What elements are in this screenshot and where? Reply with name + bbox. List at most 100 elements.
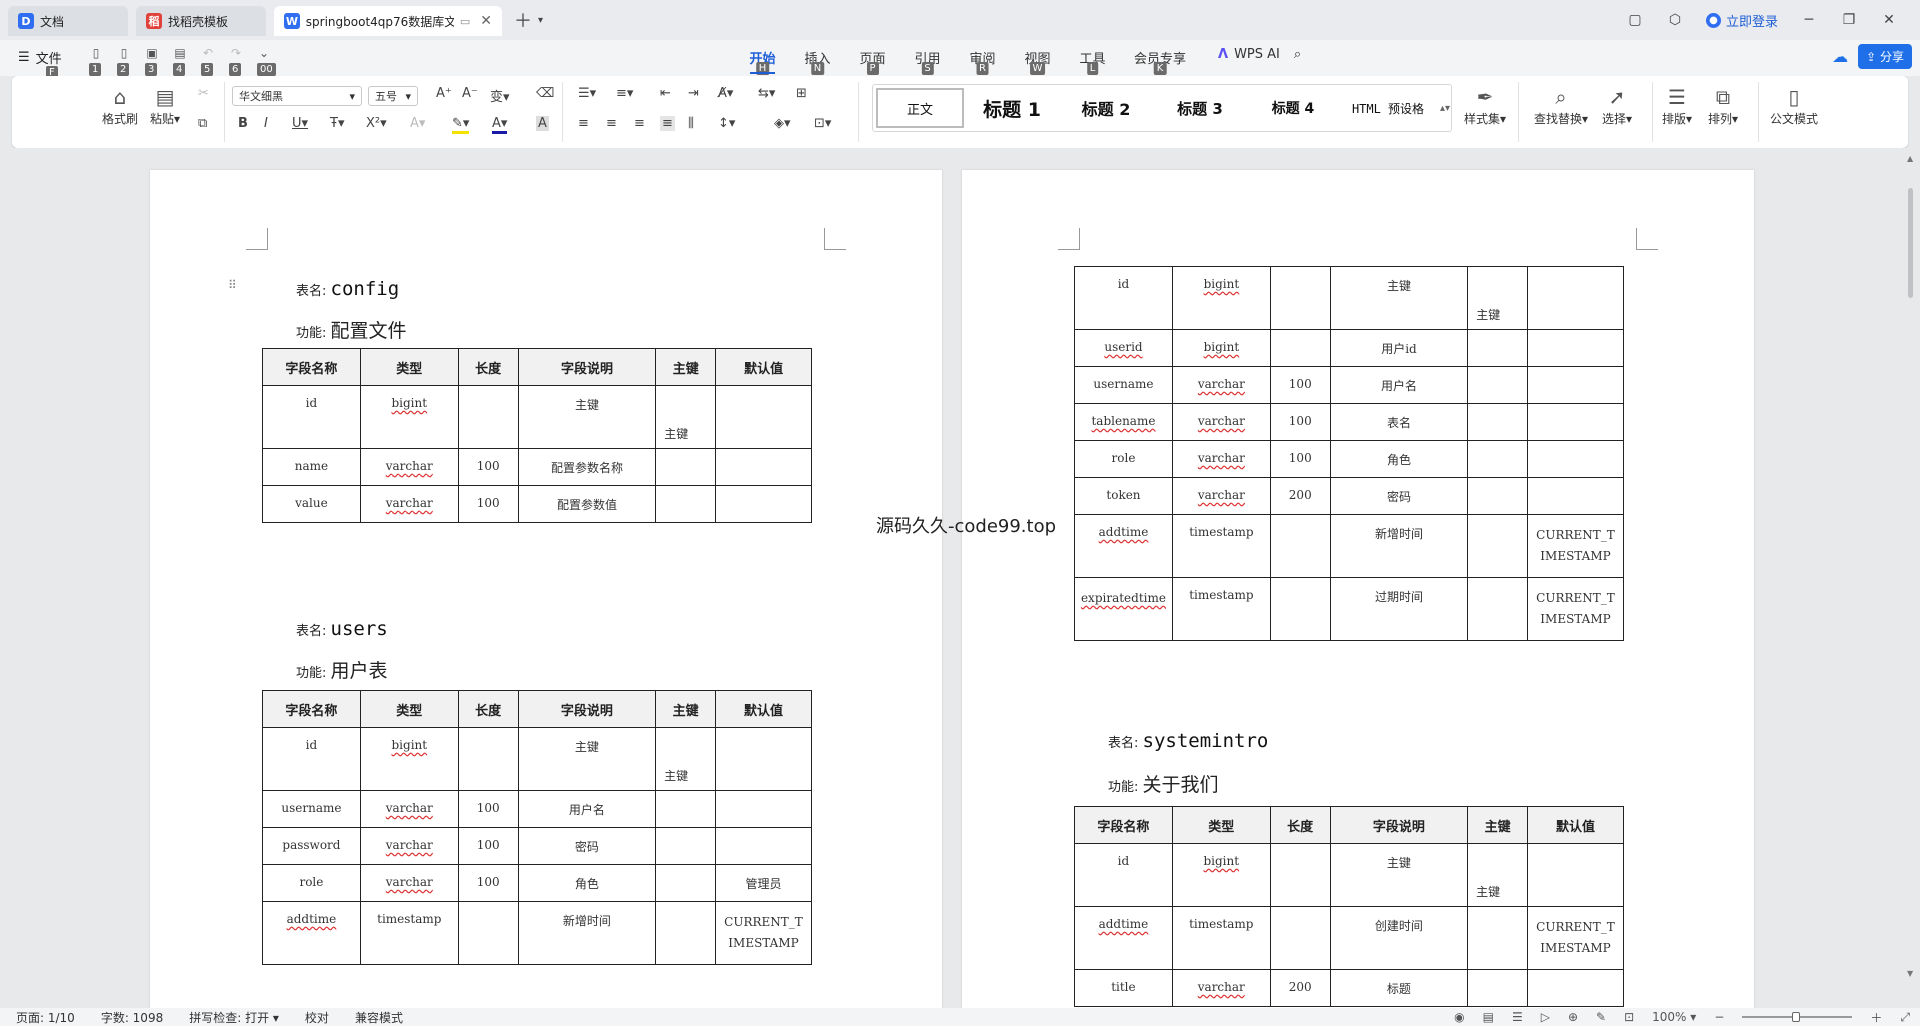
cloud-upload-icon[interactable]: ☁ — [1832, 47, 1848, 66]
gallery-scroll-icon[interactable]: ▴▾ — [1440, 103, 1450, 114]
open-icon[interactable]: ▯ 2 — [114, 46, 134, 76]
phonetic-icon[interactable]: 变▾ — [490, 86, 510, 105]
char-shading-icon[interactable]: A — [536, 116, 549, 131]
font-size-select[interactable]: 五号 ▾ — [368, 86, 418, 106]
font-color-icon[interactable]: A▾ — [492, 116, 508, 134]
vertical-scrollbar[interactable]: ▲ ▼ — [1902, 148, 1920, 1008]
close-window-icon[interactable]: ✕ — [1880, 12, 1898, 28]
share-button[interactable]: ⇪ 分享 — [1858, 44, 1912, 69]
restore-icon[interactable]: ❐ — [1840, 12, 1858, 28]
eye-icon[interactable]: ◉ — [1454, 1010, 1464, 1024]
spell-check[interactable]: 拼写检查: 打开 ▾ — [189, 1009, 279, 1026]
shrink-font-icon[interactable]: A⁻ — [462, 86, 478, 101]
save-icon[interactable]: ▣ 3 — [142, 46, 162, 76]
scroll-up-icon[interactable]: ▲ — [1907, 154, 1913, 163]
zoom-in-icon[interactable]: ＋ — [1870, 1009, 1882, 1026]
text-effect-icon[interactable]: A▾ — [410, 116, 425, 131]
style-html-preformatted[interactable]: HTML 预设格 — [1338, 88, 1438, 128]
strikethrough-icon[interactable]: Ŧ▾ — [330, 116, 344, 131]
page-indicator[interactable]: 页面: 1/10 — [16, 1009, 75, 1026]
minimize-icon[interactable]: ─ — [1800, 12, 1818, 28]
paste-button[interactable]: ▤ 粘贴▾ — [150, 84, 180, 127]
shading-icon[interactable]: ◈▾ — [774, 116, 791, 131]
style-heading-1[interactable]: 标题 1 — [964, 88, 1060, 128]
document-page-1[interactable]: ⠿ 表名: config 功能: 配置文件 字段名称 类型 长度 字段说明 主键 默认值 i… — [150, 170, 942, 1008]
monitor-icon[interactable]: ▭ — [460, 15, 470, 28]
chinese-layout-icon[interactable]: A̸▾ — [718, 86, 733, 101]
cut-icon[interactable]: ✂ — [198, 86, 209, 101]
zoom-level[interactable]: 100% ▾ — [1652, 1010, 1696, 1024]
chevron-down-icon[interactable]: ▾ — [538, 15, 543, 26]
align-left-icon[interactable]: ≡ — [578, 116, 589, 131]
arrange-button[interactable]: ⧉ 排列▾ — [1708, 84, 1738, 127]
bullet-list-icon[interactable]: ☰▾ — [578, 86, 596, 101]
fullscreen-icon[interactable]: ⤢ — [1900, 1010, 1910, 1025]
menu-tools[interactable]: 工具 L — [1065, 48, 1120, 75]
style-heading-3[interactable]: 标题 3 — [1152, 88, 1248, 128]
font-name-select[interactable]: 华文细黑 ▾ — [232, 86, 362, 106]
drag-handle-icon[interactable]: ⠿ — [228, 278, 237, 292]
login-button[interactable]: ● 立即登录 — [1705, 11, 1778, 30]
increase-indent-icon[interactable]: ⇥ — [688, 86, 699, 101]
justify-icon[interactable]: ≡ — [660, 116, 675, 131]
zoom-slider-knob[interactable] — [1792, 1012, 1801, 1022]
style-normal[interactable]: 正文 — [876, 88, 964, 128]
page-view-icon[interactable]: ▤ — [1483, 1010, 1494, 1024]
border-icon[interactable]: ⊡▾ — [814, 116, 831, 131]
italic-icon[interactable]: I — [264, 116, 268, 131]
word-count[interactable]: 字数: 1098 — [101, 1009, 163, 1026]
menu-page[interactable]: 页面 P — [845, 48, 900, 75]
tab-docer-templates[interactable]: 稻 找稻壳模板 — [136, 6, 266, 36]
scrollbar-thumb[interactable] — [1908, 188, 1913, 298]
align-right-icon[interactable]: ≡ — [634, 116, 645, 131]
text-direction-icon[interactable]: ⇆▾ — [758, 86, 775, 101]
menu-view[interactable]: 视图 W — [1010, 48, 1065, 75]
bold-icon[interactable]: B — [238, 116, 248, 131]
close-tab-icon[interactable]: ✕ — [480, 13, 492, 29]
new-tab-button[interactable]: ＋ ▾ — [514, 7, 543, 33]
menu-home[interactable]: 开始 H — [735, 48, 790, 75]
line-spacing-icon[interactable]: ↕▾ — [718, 116, 735, 131]
official-doc-mode-button[interactable]: ▯ 公文模式 — [1770, 84, 1818, 127]
underline-icon[interactable]: U▾ — [292, 116, 308, 131]
print-icon[interactable]: ▤ 4 — [170, 46, 190, 76]
fit-icon[interactable]: ⊡ — [1624, 1010, 1634, 1024]
redo-icon[interactable]: ↷ 6 — [226, 46, 246, 76]
distributed-icon[interactable]: ⫼ — [688, 116, 694, 131]
zoom-slider[interactable] — [1742, 1012, 1853, 1022]
find-replace-button[interactable]: ⌕ 查找替换▾ — [1534, 84, 1588, 127]
tab-docs[interactable]: D 文档 — [8, 6, 128, 36]
pen-icon[interactable]: ✎ — [1596, 1010, 1606, 1024]
undo-icon[interactable]: ↶ 5 — [198, 46, 218, 76]
menu-insert[interactable]: 插入 N — [790, 48, 845, 75]
tab-document[interactable]: W springboot4qp76数据库文 ▭ ✕ — [274, 6, 502, 36]
web-view-icon[interactable]: ⊕ — [1568, 1010, 1578, 1024]
file-menu[interactable]: ☰ 文件 F — [18, 48, 62, 79]
grow-font-icon[interactable]: A⁺ — [436, 86, 452, 101]
select-button[interactable]: ➚ 选择▾ — [1602, 84, 1632, 127]
document-page-2[interactable]: id bigint 主键 主键 userid bigint 用户id username varc… — [962, 170, 1754, 1008]
highlight-icon[interactable]: ✎▾ — [452, 116, 470, 134]
style-set-button[interactable]: ✒ 样式集▾ — [1464, 84, 1506, 127]
numbered-list-icon[interactable]: ≡▾ — [616, 86, 633, 101]
document-canvas[interactable]: ⠿ 表名: config 功能: 配置文件 字段名称 类型 长度 字段说明 主键 默认值 i… — [0, 148, 1920, 1008]
more-icon[interactable]: ⌄ 00 — [254, 46, 276, 76]
menu-reference[interactable]: 引用 S — [900, 48, 955, 75]
align-center-icon[interactable]: ≡ — [606, 116, 617, 131]
menu-member[interactable]: 会员专享 K — [1120, 48, 1200, 75]
typeset-button[interactable]: ☰ 排版▾ — [1662, 84, 1692, 127]
format-painter-button[interactable]: ⌂ 格式刷 — [102, 84, 138, 127]
style-heading-4[interactable]: 标题 4 — [1248, 88, 1338, 128]
cube-icon[interactable]: ⬡ — [1666, 12, 1684, 28]
search-icon[interactable]: ⌕ — [1294, 47, 1301, 62]
menu-review[interactable]: 审阅 R — [955, 48, 1010, 75]
clear-format-icon[interactable]: ⌫ — [536, 86, 554, 101]
style-heading-2[interactable]: 标题 2 — [1060, 88, 1152, 128]
show-marks-icon[interactable]: ⊞ — [796, 86, 807, 101]
play-icon[interactable]: ▷ — [1541, 1010, 1550, 1024]
copy-icon[interactable]: ⧉ — [198, 116, 207, 131]
scroll-down-icon[interactable]: ▼ — [1907, 969, 1913, 978]
wps-ai-button[interactable]: Ʌ WPS AI ⌕ — [1218, 47, 1301, 62]
zoom-out-icon[interactable]: − — [1714, 1010, 1724, 1024]
outline-view-icon[interactable]: ☰ — [1512, 1010, 1523, 1024]
